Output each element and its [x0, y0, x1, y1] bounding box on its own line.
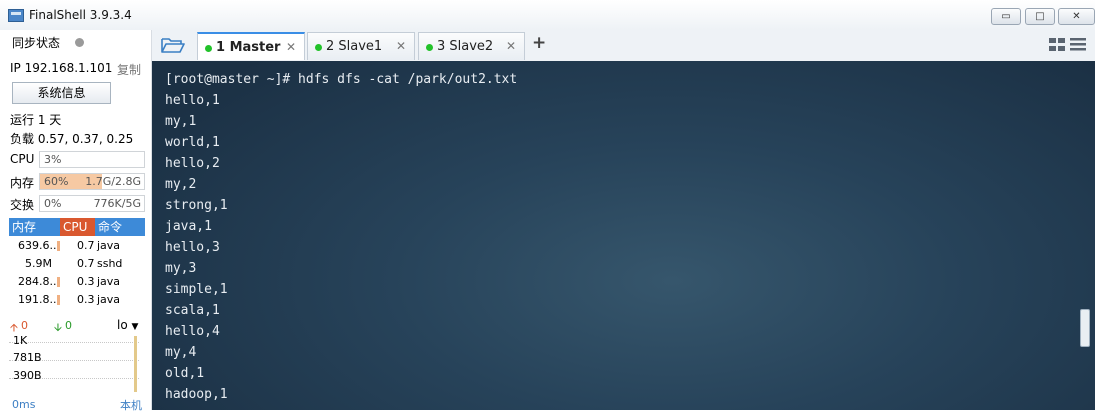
minimize-button[interactable]: ▭: [991, 8, 1021, 25]
output-line: my,1: [165, 114, 197, 129]
load-text: 负载 0.57, 0.37, 0.25: [10, 132, 134, 146]
process-mem: 191.8...: [18, 293, 60, 306]
net-level-1: 1K: [13, 334, 28, 347]
latency-text: 0ms: [12, 398, 36, 411]
title-bar: FinalShell 3.9.3.4 ▭ □ ✕: [0, 0, 1095, 30]
memory-meter: 60% 1.7G/2.8G: [39, 173, 145, 190]
host-label[interactable]: 本机: [120, 397, 142, 413]
connected-status-icon: [205, 45, 212, 52]
process-cpu: 0.3: [77, 275, 95, 288]
output-line: hello,2: [165, 156, 220, 171]
terminal-scrollbar[interactable]: [1080, 61, 1090, 410]
ip-address: IP 192.168.1.101: [10, 61, 113, 75]
process-cpu: 0.7: [77, 239, 95, 252]
output-line: my,2: [165, 177, 197, 192]
process-row[interactable]: 191.8... 0.3 java: [9, 291, 145, 309]
output-line: old,1: [165, 366, 205, 381]
interface-select[interactable]: lo ▼: [117, 318, 138, 332]
process-header-cpu[interactable]: CPU: [60, 218, 95, 236]
cpu-meter: 3%: [39, 151, 145, 168]
interface-name: lo: [117, 318, 128, 332]
net-level-2: 781B: [13, 351, 42, 364]
output-line: my,3: [165, 261, 197, 276]
output-line: hadoop,1: [165, 387, 228, 402]
process-cmd: java: [97, 293, 121, 306]
session-tab-bar: 1 Master ✕ 2 Slave1 ✕ 3 Slave2 ✕ +: [152, 30, 1095, 62]
network-chart: [9, 336, 146, 392]
cpu-percent: 3%: [44, 153, 62, 166]
close-button[interactable]: ✕: [1058, 8, 1095, 25]
tab-label: 1 Master: [216, 40, 281, 55]
system-info-button[interactable]: 系统信息: [12, 82, 111, 104]
process-cpu: 0.3: [77, 293, 95, 306]
app-logo-icon: [8, 9, 24, 22]
chevron-down-icon: ▼: [131, 322, 139, 332]
close-tab-icon[interactable]: ✕: [396, 39, 406, 53]
terminal-output: [root@master ~]# hdfs dfs -cat /park/out…: [165, 69, 517, 405]
copy-ip-link[interactable]: 复制: [117, 61, 141, 78]
output-line: strong,1: [165, 198, 228, 213]
connected-status-icon: [315, 44, 322, 51]
process-mem: 5.9M: [25, 257, 52, 270]
sidebar: 同步状态 IP 192.168.1.101 复制 系统信息 运行 1 天 负载 …: [0, 30, 152, 413]
process-cmd: sshd: [97, 257, 123, 270]
tab-master[interactable]: 1 Master ✕: [197, 32, 305, 60]
cpu-label: CPU: [10, 152, 35, 166]
output-line: my,4: [165, 345, 197, 360]
output-line: hello,3: [165, 240, 220, 255]
swap-percent: 0%: [44, 197, 62, 210]
tab-slave2[interactable]: 3 Slave2 ✕: [418, 32, 525, 60]
process-header-command[interactable]: 命令: [95, 218, 145, 236]
swap-meter: 0% 776K/5G: [39, 195, 145, 212]
memory-label: 内存: [10, 176, 35, 190]
sync-status-icon: [75, 38, 84, 47]
close-tab-icon[interactable]: ✕: [506, 39, 516, 53]
process-header-memory[interactable]: 内存: [9, 218, 60, 236]
window-title: FinalShell 3.9.3.4: [29, 8, 132, 22]
folder-icon[interactable]: [161, 36, 185, 54]
memory-amount: 1.7G/2.8G: [85, 175, 141, 188]
add-tab-button[interactable]: +: [532, 33, 546, 53]
process-mem: 284.8...: [18, 275, 60, 288]
tab-slave1[interactable]: 2 Slave1 ✕: [307, 32, 415, 60]
output-line: scala,1: [165, 303, 220, 318]
swap-amount: 776K/5G: [93, 197, 141, 210]
net-level-3: 390B: [13, 369, 42, 382]
sync-status-label: 同步状态: [12, 36, 61, 50]
process-cmd: java: [97, 239, 121, 252]
close-tab-icon[interactable]: ✕: [286, 40, 296, 54]
output-line: world,1: [165, 135, 220, 150]
swap-label: 交换: [10, 198, 35, 212]
upload-speed: 0: [21, 319, 28, 332]
uptime-text: 运行 1 天: [10, 113, 62, 127]
tab-label: 2 Slave1: [326, 39, 383, 54]
grid-view-icon[interactable]: [1049, 38, 1065, 51]
process-cmd: java: [97, 275, 121, 288]
process-row[interactable]: 5.9M 0.7 sshd: [9, 255, 145, 273]
output-line: hello,4: [165, 324, 220, 339]
menu-icon[interactable]: [1070, 38, 1086, 51]
process-mem: 639.6...: [18, 239, 60, 252]
output-line: hello,1: [165, 93, 220, 108]
process-cpu: 0.7: [77, 257, 95, 270]
process-row[interactable]: 639.6... 0.7 java: [9, 237, 145, 255]
command-line: [root@master ~]# hdfs dfs -cat /park/out…: [165, 72, 518, 87]
process-row[interactable]: 284.8... 0.3 java: [9, 273, 145, 291]
terminal[interactable]: [root@master ~]# hdfs dfs -cat /park/out…: [152, 61, 1095, 410]
scrollbar-thumb[interactable]: [1080, 309, 1090, 347]
output-line: simple,1: [165, 282, 228, 297]
maximize-button[interactable]: □: [1025, 8, 1055, 25]
tab-label: 3 Slave2: [437, 39, 494, 54]
connected-status-icon: [426, 44, 433, 51]
output-line: java,1: [165, 219, 212, 234]
memory-percent: 60%: [44, 175, 69, 188]
download-speed: 0: [65, 319, 72, 332]
